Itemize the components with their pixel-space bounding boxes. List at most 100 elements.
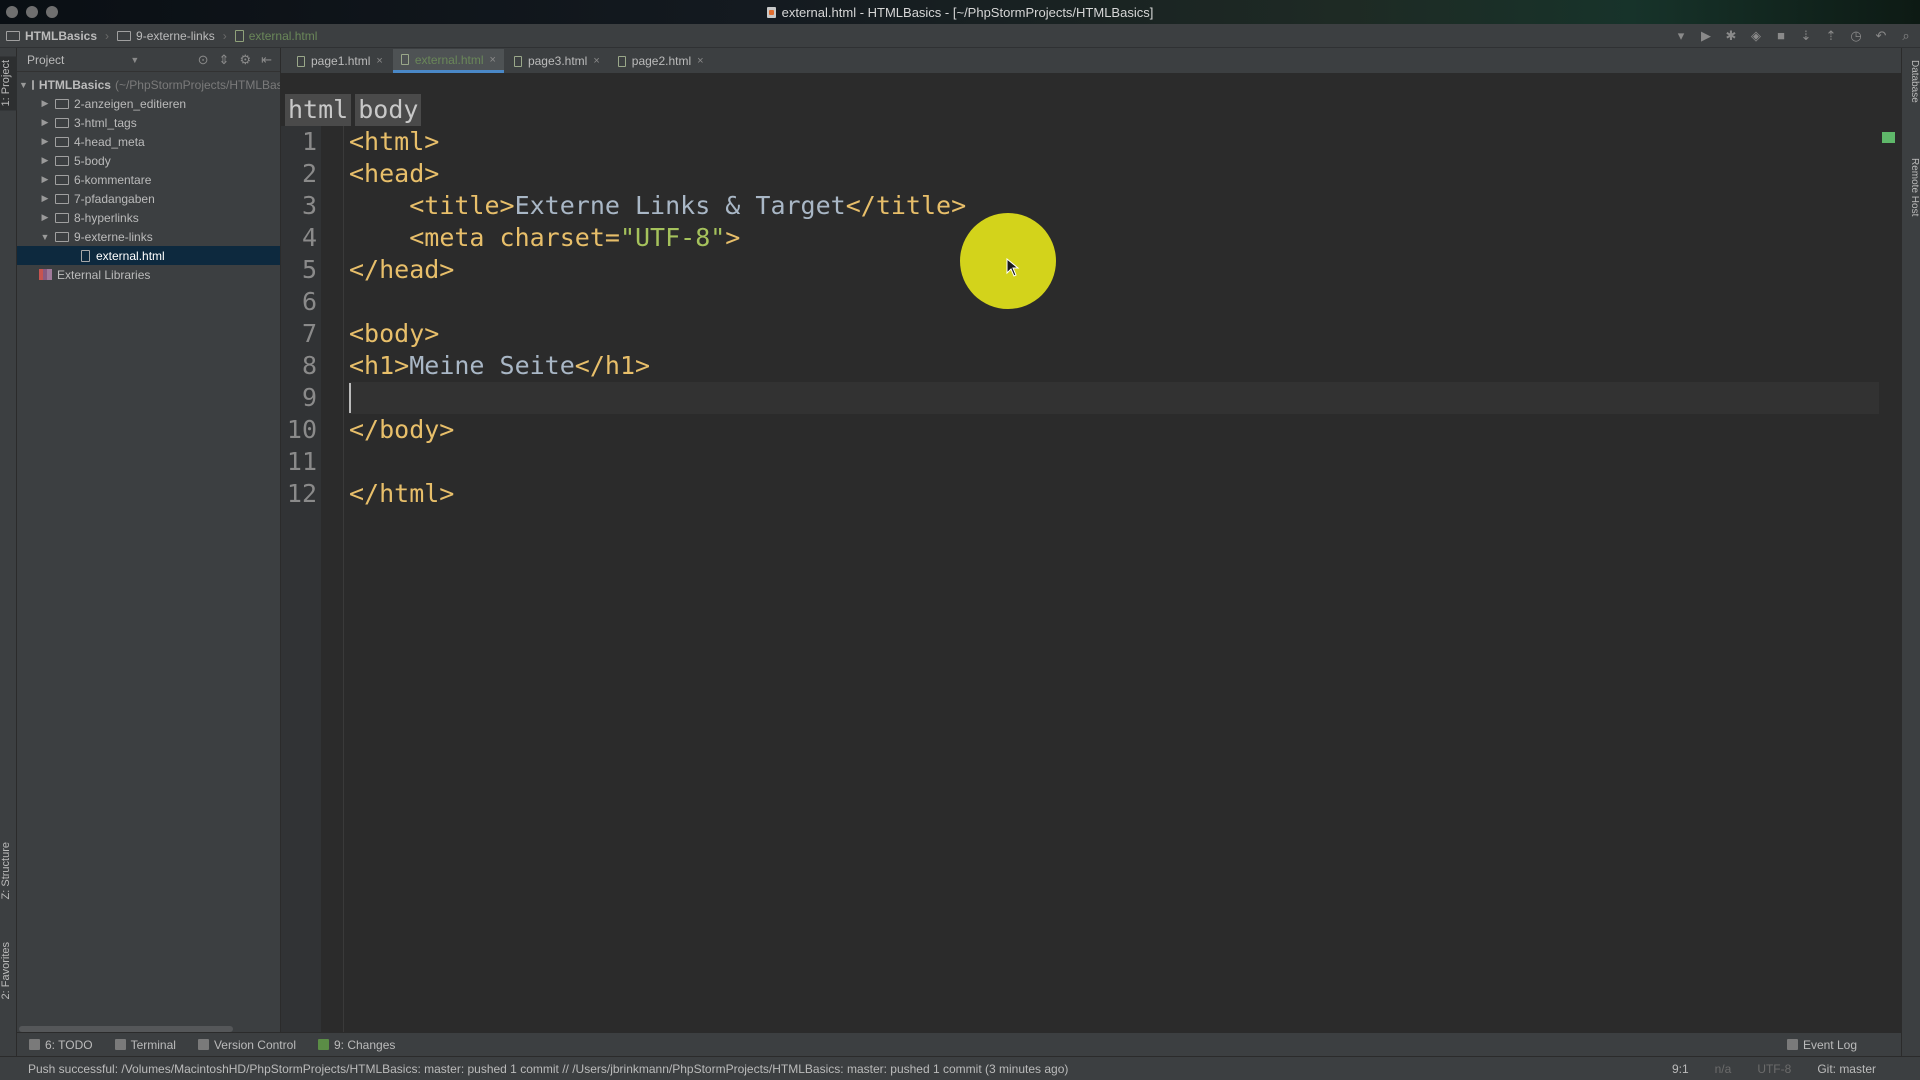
code-token: <meta charset= — [409, 223, 620, 252]
tree-item-folder[interactable]: ▼ 9-externe-links — [17, 227, 280, 246]
code-token: > — [725, 223, 741, 252]
revert-icon[interactable]: ↶ — [1873, 28, 1889, 44]
search-icon[interactable]: ⌕ — [1898, 28, 1914, 44]
project-panel-tools: ⊙ ⇕ ⚙ ⇤ — [198, 52, 272, 68]
tree-item-folder[interactable]: ▶ 8-hyperlinks — [17, 208, 280, 227]
editor-tab[interactable]: page3.html × — [506, 49, 608, 73]
folder-icon — [31, 79, 34, 90]
collapse-arrow-icon[interactable]: ▶ — [39, 193, 51, 204]
code-area[interactable]: <html> <head> <title>Externe Links & Targ… — [349, 126, 1879, 1032]
changes-tool-button[interactable]: 9: Changes — [317, 1038, 395, 1052]
vcs-history-icon[interactable]: ◷ — [1848, 28, 1864, 44]
tree-item-folder[interactable]: ▶ 2-anzeigen_editieren — [17, 94, 280, 113]
right-tool-strip: Database Remote Host — [1901, 48, 1920, 1056]
tree-item-external-libraries[interactable]: External Libraries — [17, 265, 280, 284]
line-number: 5 — [301, 255, 317, 284]
code-line[interactable]: </head> — [349, 254, 454, 286]
left-tool-strip: 1: Project Z: Structure 2: Favorites — [0, 48, 17, 1056]
code-line[interactable]: <meta charset="UTF-8"> — [349, 222, 740, 254]
editor-tab-active[interactable]: external.html × — [392, 49, 504, 73]
collapse-arrow-icon[interactable]: ▶ — [39, 212, 51, 223]
code-line[interactable]: <head> — [349, 158, 439, 190]
nav-crumb-folder[interactable]: 9-externe-links — [117, 29, 215, 43]
inspection-ok-marker[interactable] — [1882, 132, 1895, 143]
code-editor[interactable]: html body 1 2 3 4 5 6 7 8 9 10 11 12 <html> <head> <… — [281, 74, 1881, 1032]
structure-tool-tab[interactable]: Z: Structure — [0, 838, 17, 903]
collapse-arrow-icon[interactable]: ▶ — [39, 174, 51, 185]
favorites-tool-tab[interactable]: 2: Favorites — [0, 938, 17, 1003]
close-window-button[interactable] — [6, 6, 18, 18]
breadcrumb-html[interactable]: html — [285, 94, 352, 126]
code-token: Meine Seite — [409, 351, 575, 380]
mouse-pointer-icon — [1006, 258, 1020, 277]
close-icon[interactable]: × — [593, 55, 599, 67]
close-icon[interactable]: × — [376, 55, 382, 67]
folder-icon — [55, 155, 69, 166]
remote-host-tool-tab[interactable]: Remote Host — [1903, 158, 1920, 216]
run-config-dropdown-icon[interactable]: ▾ — [1673, 28, 1689, 44]
chevron-down-icon[interactable]: ▼ — [130, 55, 139, 65]
line-number: 8 — [301, 351, 317, 380]
line-separator[interactable]: n/a — [1715, 1062, 1732, 1076]
code-token: "UTF-8" — [619, 223, 726, 252]
event-log-button[interactable]: Event Log — [1786, 1038, 1857, 1052]
collapse-arrow-icon[interactable]: ▶ — [39, 98, 51, 109]
code-line[interactable]: <h1>Meine Seite</h1> — [349, 350, 650, 382]
expand-arrow-icon[interactable]: ▼ — [39, 232, 51, 242]
folder-icon — [117, 30, 132, 41]
code-line[interactable]: <html> — [349, 126, 439, 158]
caret-position[interactable]: 9:1 — [1672, 1062, 1689, 1076]
code-line[interactable]: <title>Externe Links & Target</title> — [349, 190, 966, 222]
code-line[interactable]: </body> — [349, 414, 454, 446]
html-file-icon — [234, 29, 244, 42]
vcs-branch[interactable]: Git: master — [1817, 1062, 1876, 1076]
collapse-arrow-icon[interactable]: ▶ — [39, 117, 51, 128]
hide-panel-icon[interactable]: ⇤ — [261, 52, 272, 68]
collapse-arrow-icon[interactable]: ▶ — [39, 136, 51, 147]
tree-item-file-selected[interactable]: external.html — [17, 246, 280, 265]
project-tool-tab[interactable]: 1: Project — [0, 56, 17, 111]
tree-item-folder[interactable]: ▶ 4-head_meta — [17, 132, 280, 151]
scroll-from-source-icon[interactable]: ⊙ — [198, 52, 209, 68]
nav-crumb-project[interactable]: HTMLBasics — [6, 29, 97, 43]
tree-item-folder[interactable]: ▶ 3-html_tags — [17, 113, 280, 132]
code-line[interactable]: <body> — [349, 318, 439, 350]
project-view-selector[interactable]: Project — [27, 53, 64, 67]
library-icon — [39, 269, 52, 280]
todo-tool-button[interactable]: 6: TODO — [29, 1038, 93, 1052]
editor-tab[interactable]: page1.html × — [289, 49, 391, 73]
gear-icon[interactable]: ⚙ — [239, 52, 251, 68]
terminal-icon — [114, 1039, 126, 1050]
coverage-icon[interactable]: ◈ — [1748, 28, 1764, 44]
collapse-arrow-icon[interactable]: ▶ — [39, 155, 51, 166]
status-bar: Push successful: /Volumes/MacintoshHD/Ph… — [0, 1056, 1920, 1080]
tree-item-folder[interactable]: ▶ 5-body — [17, 151, 280, 170]
code-line-current[interactable] — [349, 382, 1879, 414]
editor-tab[interactable]: page2.html × — [610, 49, 712, 73]
tree-item-folder[interactable]: ▶ 7-pfadangaben — [17, 189, 280, 208]
file-encoding[interactable]: UTF-8 — [1757, 1062, 1791, 1076]
zoom-window-button[interactable] — [46, 6, 58, 18]
close-icon[interactable]: × — [490, 54, 496, 66]
minimize-window-button[interactable] — [26, 6, 38, 18]
line-number: 3 — [301, 191, 317, 220]
html-file-icon — [766, 6, 776, 18]
collapse-all-icon[interactable]: ⇕ — [219, 52, 230, 68]
close-icon[interactable]: × — [697, 55, 703, 67]
status-message[interactable]: Push successful: /Volumes/MacintoshHD/Ph… — [28, 1062, 1672, 1076]
tree-item-root[interactable]: ▼ HTMLBasics (~/PhpStormProjects/HTMLBas… — [17, 75, 280, 94]
debug-icon[interactable]: ✱ — [1723, 28, 1739, 44]
vcs-commit-icon[interactable]: ⇡ — [1823, 28, 1839, 44]
tree-item-folder[interactable]: ▶ 6-kommentare — [17, 170, 280, 189]
breadcrumb-body[interactable]: body — [355, 94, 422, 126]
terminal-tool-button[interactable]: Terminal — [114, 1038, 176, 1052]
vcs-update-icon[interactable]: ⇣ — [1798, 28, 1814, 44]
run-icon[interactable]: ▶ — [1698, 28, 1714, 44]
code-line[interactable]: </html> — [349, 478, 454, 510]
stop-icon[interactable]: ■ — [1773, 28, 1789, 44]
expand-arrow-icon[interactable]: ▼ — [19, 80, 28, 90]
database-tool-tab[interactable]: Database — [1903, 60, 1920, 103]
version-control-tool-button[interactable]: Version Control — [197, 1038, 296, 1052]
nav-crumb-file[interactable]: external.html — [234, 29, 317, 43]
